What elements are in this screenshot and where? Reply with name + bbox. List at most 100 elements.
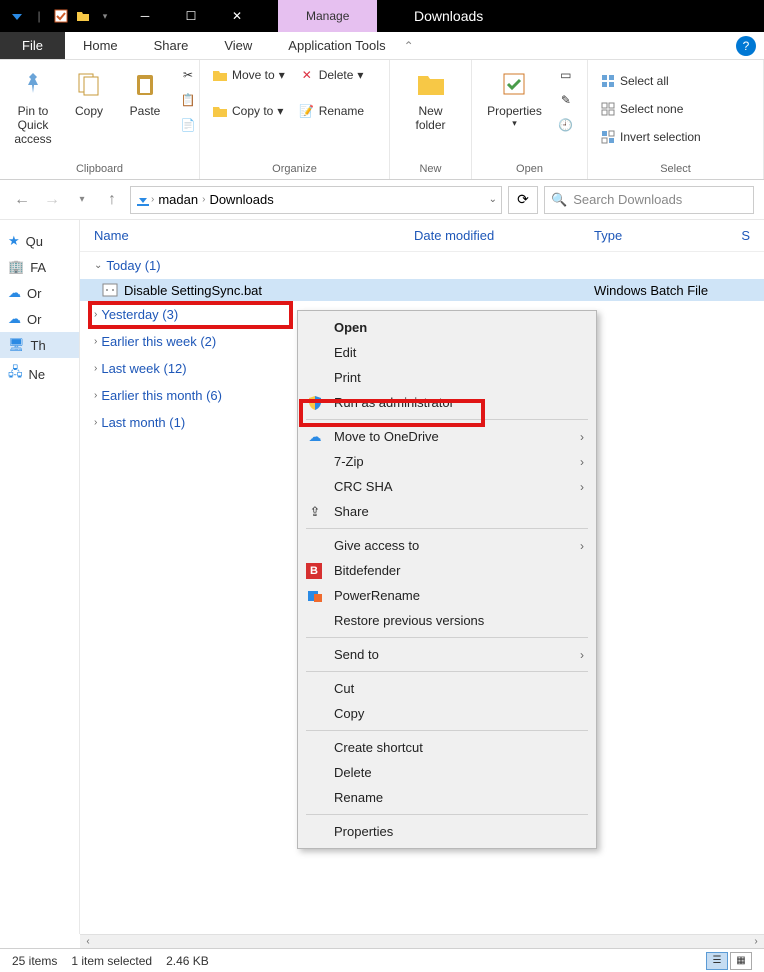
copy-button[interactable]: Copy xyxy=(64,64,114,122)
ctx-print[interactable]: Print xyxy=(298,365,596,390)
network-icon: 🖧 xyxy=(8,363,23,385)
delete-icon: ✕ xyxy=(299,67,315,83)
ctx-separator xyxy=(306,637,588,638)
help-icon[interactable]: ? xyxy=(736,36,756,56)
tree-onedrive[interactable]: ☁Or xyxy=(0,280,79,306)
tree-quick-access[interactable]: ★Qu xyxy=(0,228,79,254)
refresh-button[interactable]: ⟳ xyxy=(508,186,538,214)
column-date[interactable]: Date modified xyxy=(414,228,594,243)
edit-button[interactable]: ✎ xyxy=(554,89,578,111)
column-size[interactable]: S xyxy=(741,228,750,243)
qat-dropdown-icon[interactable]: ▾ xyxy=(96,7,114,25)
recent-dropdown[interactable]: ▾ xyxy=(70,188,94,212)
tree-this-pc[interactable]: 🖥Th xyxy=(0,332,79,358)
ctx-cut[interactable]: Cut xyxy=(298,676,596,701)
building-icon: 🏢 xyxy=(8,259,24,275)
back-button[interactable]: ← xyxy=(10,188,34,212)
maximize-button[interactable]: ☐ xyxy=(168,0,214,32)
details-view-button[interactable]: ☰ xyxy=(706,952,728,970)
ctx-give-access[interactable]: Give access to› xyxy=(298,533,596,558)
scroll-left-button[interactable]: ‹ xyxy=(80,936,96,947)
breadcrumb-seg2[interactable]: Downloads xyxy=(205,192,277,207)
monitor-icon: 🖥 xyxy=(8,337,25,353)
qat-folder-icon[interactable] xyxy=(74,7,92,25)
horizontal-scrollbar[interactable]: ‹ › xyxy=(80,934,764,948)
ctx-properties[interactable]: Properties xyxy=(298,819,596,844)
breadcrumb-seg1[interactable]: madan xyxy=(154,192,202,207)
ctx-copy[interactable]: Copy xyxy=(298,701,596,726)
column-type[interactable]: Type xyxy=(594,228,741,243)
forward-button[interactable]: → xyxy=(40,188,64,212)
up-button[interactable]: ↑ xyxy=(100,188,124,212)
new-folder-button[interactable]: New folder xyxy=(398,64,463,136)
select-none-button[interactable]: Select none xyxy=(596,98,705,120)
tab-file[interactable]: File xyxy=(0,32,65,59)
chevron-right-icon: › xyxy=(94,336,97,347)
submenu-arrow-icon: › xyxy=(580,480,584,494)
open-button[interactable]: ▭ xyxy=(554,64,578,86)
copy-to-button[interactable]: Copy to ▾ xyxy=(208,100,289,122)
ctx-bitdefender[interactable]: BBitdefender xyxy=(298,558,596,583)
move-to-button[interactable]: Move to ▾ xyxy=(208,64,289,86)
share-icon: ⇪ xyxy=(306,503,324,521)
paste-button[interactable]: Paste xyxy=(120,64,170,122)
manage-tab[interactable]: Manage xyxy=(278,0,377,32)
tree-onedrive2[interactable]: ☁Or xyxy=(0,306,79,332)
ctx-create-shortcut[interactable]: Create shortcut xyxy=(298,735,596,760)
tab-application-tools[interactable]: Application Tools xyxy=(270,32,403,59)
tab-share[interactable]: Share xyxy=(136,32,207,59)
ctx-open[interactable]: Open xyxy=(298,315,596,340)
select-none-icon xyxy=(600,101,616,117)
close-button[interactable]: ✕ xyxy=(214,0,260,32)
ctx-powerrename[interactable]: PowerRename xyxy=(298,583,596,608)
ctx-crc-sha[interactable]: CRC SHA› xyxy=(298,474,596,499)
select-all-button[interactable]: Select all xyxy=(596,70,705,92)
ctx-rename[interactable]: Rename xyxy=(298,785,596,810)
address-bar[interactable]: › madan › Downloads ⌄ xyxy=(130,186,502,214)
properties-button[interactable]: Properties ▾ xyxy=(481,64,548,133)
group-open-label: Open xyxy=(480,161,579,177)
folder-icon xyxy=(415,68,447,100)
ctx-move-onedrive[interactable]: ☁Move to OneDrive› xyxy=(298,424,596,449)
bitdefender-icon: B xyxy=(306,563,322,579)
scroll-right-button[interactable]: › xyxy=(748,936,764,947)
submenu-arrow-icon: › xyxy=(580,648,584,662)
search-box[interactable]: 🔍 Search Downloads xyxy=(544,186,754,214)
minimize-button[interactable]: ─ xyxy=(122,0,168,32)
address-dropdown-icon[interactable]: ⌄ xyxy=(489,194,497,205)
qat-divider: | xyxy=(30,7,48,25)
scissors-icon: ✂ xyxy=(180,67,196,83)
paste-shortcut-button[interactable]: 📄 xyxy=(176,114,200,136)
copy-path-button[interactable]: 📋 xyxy=(176,89,200,111)
column-name[interactable]: Name xyxy=(94,228,414,243)
ctx-share[interactable]: ⇪Share xyxy=(298,499,596,524)
pin-to-quick-access-button[interactable]: Pin to Quick access xyxy=(8,64,58,150)
delete-button[interactable]: ✕Delete ▾ xyxy=(295,64,368,86)
ctx-7zip[interactable]: 7-Zip› xyxy=(298,449,596,474)
ctx-delete[interactable]: Delete xyxy=(298,760,596,785)
star-icon: ★ xyxy=(8,233,20,249)
group-today[interactable]: ⌄Today (1) xyxy=(80,252,764,279)
status-selected-count: 1 item selected xyxy=(71,954,152,968)
ctx-restore-versions[interactable]: Restore previous versions xyxy=(298,608,596,633)
history-button[interactable]: 🕘 xyxy=(554,114,578,136)
chevron-right-icon: › xyxy=(94,417,97,428)
thumbnails-view-button[interactable]: ▦ xyxy=(730,952,752,970)
tab-view[interactable]: View xyxy=(206,32,270,59)
ctx-send-to[interactable]: Send to› xyxy=(298,642,596,667)
ctx-edit[interactable]: Edit xyxy=(298,340,596,365)
tab-home[interactable]: Home xyxy=(65,32,136,59)
tree-network[interactable]: 🖧Ne xyxy=(0,358,79,390)
chevron-down-icon: ⌄ xyxy=(94,260,102,271)
ribbon-collapse-icon[interactable]: ⌃ xyxy=(404,39,414,53)
tree-item[interactable]: 🏢FA xyxy=(0,254,79,280)
file-row[interactable]: Disable SettingSync.bat Windows Batch Fi… xyxy=(80,279,764,301)
group-new-label: New xyxy=(398,161,463,177)
powerrename-icon xyxy=(306,587,324,605)
status-item-count: 25 items xyxy=(12,954,57,968)
cut-button[interactable]: ✂ xyxy=(176,64,200,86)
qat-properties-icon[interactable] xyxy=(52,7,70,25)
invert-selection-button[interactable]: Invert selection xyxy=(596,126,705,148)
rename-button[interactable]: 📝Rename xyxy=(295,100,368,122)
ctx-run-as-admin[interactable]: Run as administrator xyxy=(298,390,596,415)
